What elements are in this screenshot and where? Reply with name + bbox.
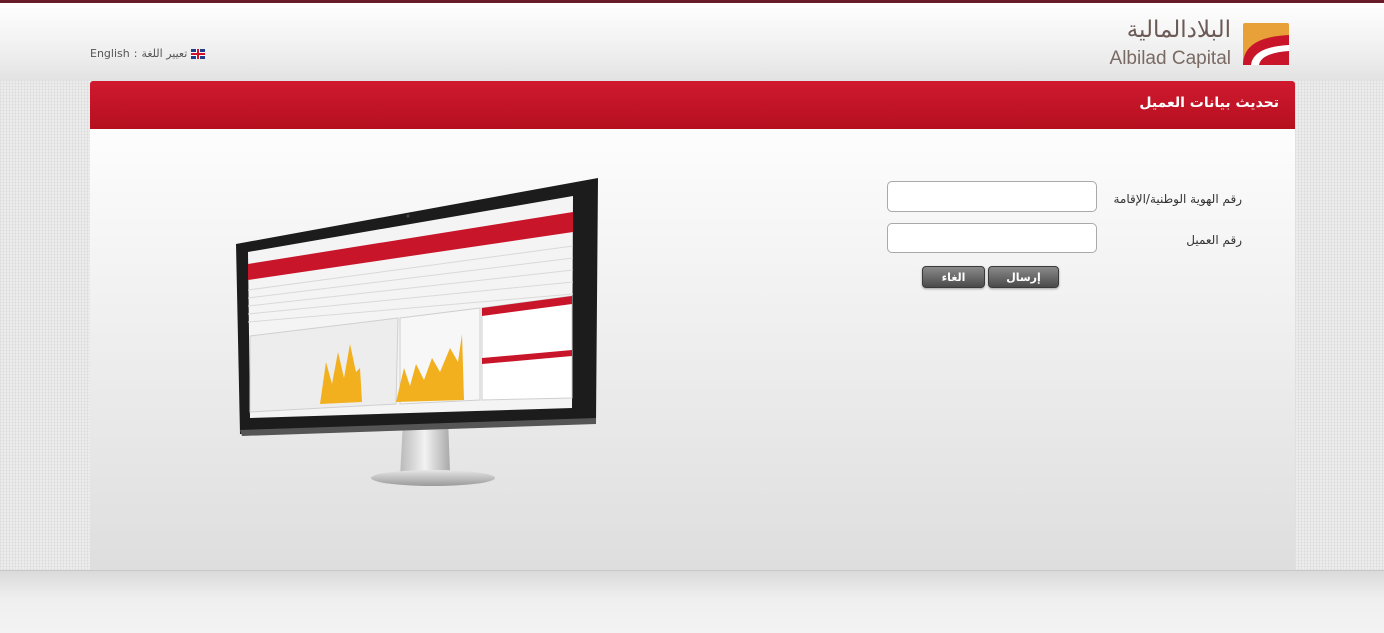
uk-flag-icon[interactable] xyxy=(191,48,206,59)
language-label: تعيير اللغة xyxy=(141,47,188,60)
logo-text-english: Albilad Capital xyxy=(1109,48,1231,69)
left-side-pattern xyxy=(0,81,90,570)
page-title-bar: تحديث بيانات العميل xyxy=(90,81,1295,129)
language-separator: : xyxy=(133,47,138,60)
customer-number-label: رقم العميل xyxy=(1186,233,1242,247)
albilad-logo: البلادالمالية Albilad Capital xyxy=(1110,17,1293,73)
national-id-input[interactable] xyxy=(887,181,1097,212)
cancel-button[interactable]: الغاء xyxy=(922,266,985,288)
language-switcher[interactable]: English : تعيير اللغة xyxy=(90,47,206,60)
right-side-pattern xyxy=(1295,81,1384,570)
logo-mark-icon xyxy=(1243,23,1289,65)
national-id-label: رقم الهوية الوطنية/الإقامة xyxy=(1113,192,1242,206)
language-value[interactable]: English xyxy=(90,47,130,60)
monitor-illustration xyxy=(236,178,598,486)
footer xyxy=(0,570,1384,633)
customer-number-input[interactable] xyxy=(887,223,1097,253)
logo-text-arabic: البلادالمالية xyxy=(1126,17,1231,43)
submit-button[interactable]: إرسال xyxy=(988,266,1059,288)
header: English : تعيير اللغة البلادالمالية Albi… xyxy=(0,3,1384,81)
page-title: تحديث بيانات العميل xyxy=(1139,95,1279,111)
